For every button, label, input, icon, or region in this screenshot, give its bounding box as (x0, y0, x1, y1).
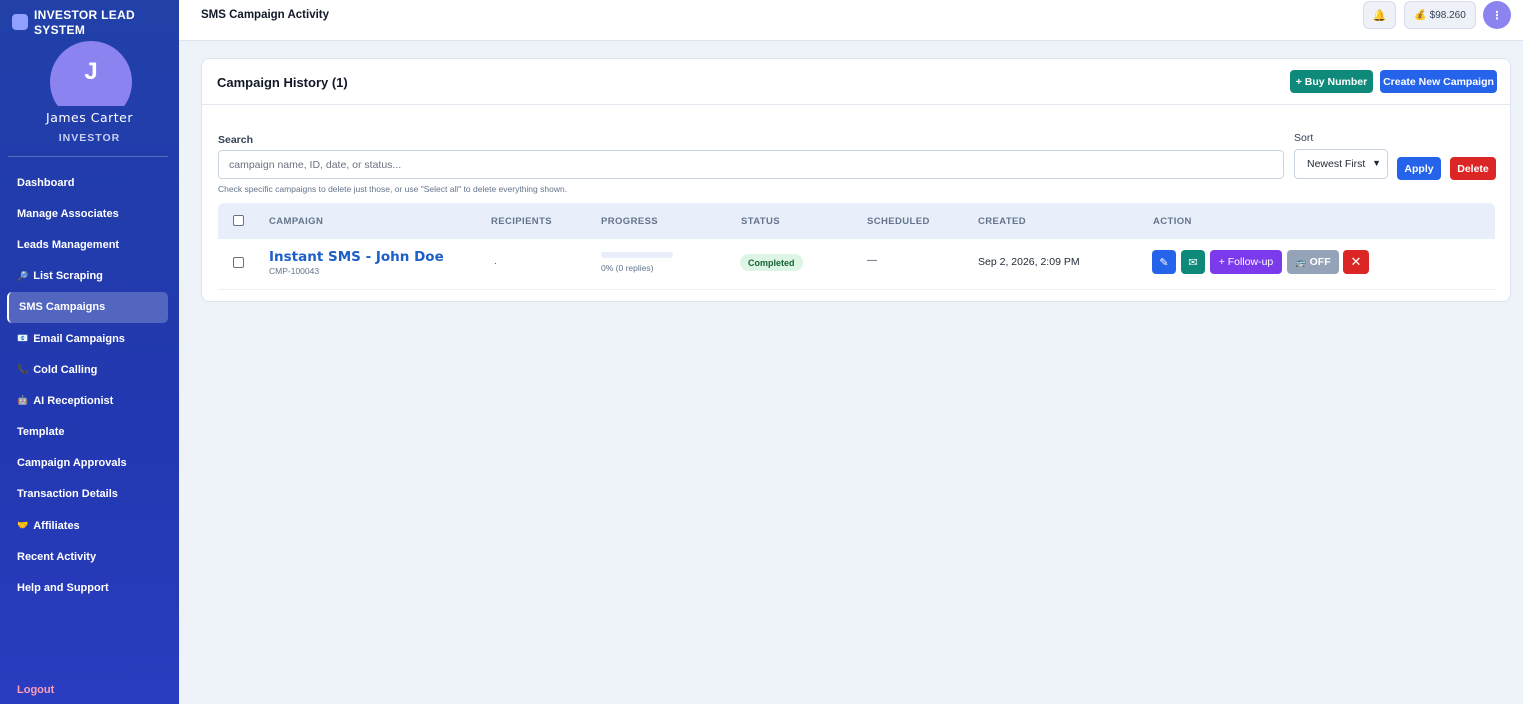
sidebar-item-sms-campaigns[interactable]: SMS Campaigns (7, 291, 168, 323)
profile-avatar[interactable]: J (50, 41, 132, 106)
sidebar-item-label: Leads Management (17, 238, 120, 251)
toggle-off-button[interactable]: 🚌 OFF (1287, 250, 1339, 274)
sidebar-item-label: Help and Support (17, 582, 109, 595)
column-header-recipients: RECIPIENTS (491, 216, 553, 227)
sidebar-item-label: Affiliates (33, 519, 80, 532)
sidebar-item-manage-associates[interactable]: Manage Associates (0, 198, 179, 229)
sidebar-item-ai-receptionist[interactable]: 🤖 AI Receptionist (0, 385, 179, 416)
follow-up-button[interactable]: + Follow-up (1210, 250, 1282, 274)
table-row: Instant SMS - John Doe CMP-100043 . 0% (… (218, 240, 1495, 290)
magnifier-icon: 🔎 (17, 270, 29, 281)
sidebar-nav: Dashboard Manage Associates Leads Manage… (0, 167, 179, 604)
toggle-off-label: OFF (1309, 256, 1331, 268)
card-header: Campaign History (1) + Buy Number Create… (202, 59, 1510, 105)
apply-button[interactable]: Apply (1397, 157, 1441, 180)
create-campaign-button[interactable]: Create New Campaign (1380, 70, 1497, 93)
search-label: Search (218, 134, 254, 146)
wallet-balance: $98.260 (1429, 9, 1466, 21)
user-menu-avatar[interactable]: ⋮ (1483, 1, 1511, 29)
sidebar-item-transaction-details[interactable]: Transaction Details (0, 479, 179, 510)
robot-icon: 🤖 (17, 395, 29, 406)
sidebar-item-label: SMS Campaigns (19, 301, 106, 314)
sidebar-item-label: List Scraping (33, 270, 103, 283)
created-value: Sep 2, 2026, 2:09 PM (978, 256, 1080, 268)
sidebar-item-email-campaigns[interactable]: 📧 Email Campaigns (0, 323, 179, 354)
brand[interactable]: INVESTOR LEAD SYSTEM (12, 8, 154, 38)
page-title: SMS Campaign Activity (201, 9, 330, 21)
column-header-status: STATUS (741, 216, 780, 227)
delete-hint: Check specific campaigns to delete just … (218, 184, 568, 194)
bus-icon: 🚌 (1295, 256, 1307, 267)
brand-name: INVESTOR LEAD SYSTEM (34, 8, 136, 37)
email-icon: 📧 (17, 333, 29, 344)
search-input[interactable] (218, 150, 1284, 179)
sidebar-item-label: Email Campaigns (33, 332, 125, 345)
sidebar-item-list-scraping[interactable]: 🔎 List Scraping (0, 261, 179, 292)
sidebar-item-label: Cold Calling (33, 363, 98, 376)
chevron-down-icon: ▼ (1372, 158, 1381, 168)
delete-campaign-button[interactable]: ✕ (1343, 250, 1369, 274)
sidebar-item-campaign-approvals[interactable]: Campaign Approvals (0, 448, 179, 479)
campaign-name-link[interactable]: Instant SMS - John Doe (269, 249, 444, 265)
sidebar-item-template[interactable]: Template (0, 417, 179, 448)
sidebar-item-affiliates[interactable]: 🤝 Affiliates (0, 510, 179, 541)
progress-text: 0% (0 replies) (601, 263, 654, 273)
card-title: Campaign History (1) (217, 75, 348, 90)
sidebar-item-dashboard[interactable]: Dashboard (0, 167, 179, 198)
phone-icon: 📞 (17, 364, 29, 375)
sort-label: Sort (1294, 132, 1314, 144)
sidebar: INVESTOR LEAD SYSTEM J James Carter INVE… (0, 0, 179, 704)
column-header-campaign: CAMPAIGN (269, 216, 324, 227)
recipients-value: . (494, 256, 497, 267)
column-header-progress: PROGRESS (601, 216, 659, 227)
logout-link[interactable]: Logout (17, 684, 54, 696)
column-header-created: CREATED (978, 216, 1027, 227)
column-header-scheduled: SCHEDULED (867, 216, 930, 227)
sidebar-item-leads-management[interactable]: Leads Management (0, 229, 179, 260)
money-bag-icon: 💰 (1414, 9, 1427, 21)
sort-select[interactable]: Newest First ▼ (1294, 149, 1388, 179)
sidebar-divider (8, 156, 168, 157)
sidebar-item-label: Campaign Approvals (17, 457, 127, 470)
scheduled-value: — (867, 255, 877, 266)
buy-number-button[interactable]: + Buy Number (1290, 70, 1373, 93)
sidebar-item-label: Recent Activity (17, 550, 97, 563)
mail-campaign-button[interactable]: ✉ (1181, 250, 1205, 274)
campaign-history-card: Campaign History (1) + Buy Number Create… (201, 58, 1511, 302)
topbar: SMS Campaign Activity 🔔 💰 $98.260 ⋮ (179, 0, 1523, 41)
notifications-button[interactable]: 🔔 (1363, 1, 1396, 29)
column-header-action: ACTION (1153, 216, 1192, 227)
close-icon: ✕ (1350, 254, 1362, 269)
table-header: CAMPAIGN RECIPIENTS PROGRESS STATUS SCHE… (218, 203, 1495, 239)
pencil-icon: ✎ (1159, 256, 1169, 269)
wallet-balance-button[interactable]: 💰 $98.260 (1404, 1, 1476, 29)
sidebar-item-label: Dashboard (17, 176, 75, 189)
campaign-id: CMP-100043 (269, 266, 320, 276)
user-role: INVESTOR (58, 132, 121, 144)
sidebar-item-recent-activity[interactable]: Recent Activity (0, 541, 179, 572)
sidebar-item-label: Transaction Details (17, 488, 118, 501)
envelope-icon: ✉ (1188, 256, 1198, 269)
sidebar-item-help-support[interactable]: Help and Support (0, 572, 179, 603)
row-checkbox[interactable] (233, 257, 244, 268)
progress-bar (601, 252, 673, 258)
sidebar-item-label: Manage Associates (17, 207, 119, 220)
status-badge: Completed (740, 254, 803, 271)
sort-selected-value: Newest First (1307, 158, 1366, 170)
user-name: James Carter (46, 110, 133, 125)
bell-icon: 🔔 (1372, 9, 1387, 22)
sidebar-item-label: AI Receptionist (33, 394, 114, 407)
avatar-initial: J (84, 58, 98, 85)
delete-button[interactable]: Delete (1450, 157, 1496, 180)
sidebar-item-label: Template (17, 426, 65, 439)
menu-dots-icon: ⋮ (1491, 9, 1503, 22)
brand-logo-icon (12, 14, 28, 30)
edit-campaign-button[interactable]: ✎ (1152, 250, 1176, 274)
select-all-checkbox[interactable] (233, 215, 244, 226)
sidebar-item-cold-calling[interactable]: 📞 Cold Calling (0, 354, 179, 385)
handshake-icon: 🤝 (17, 520, 29, 531)
